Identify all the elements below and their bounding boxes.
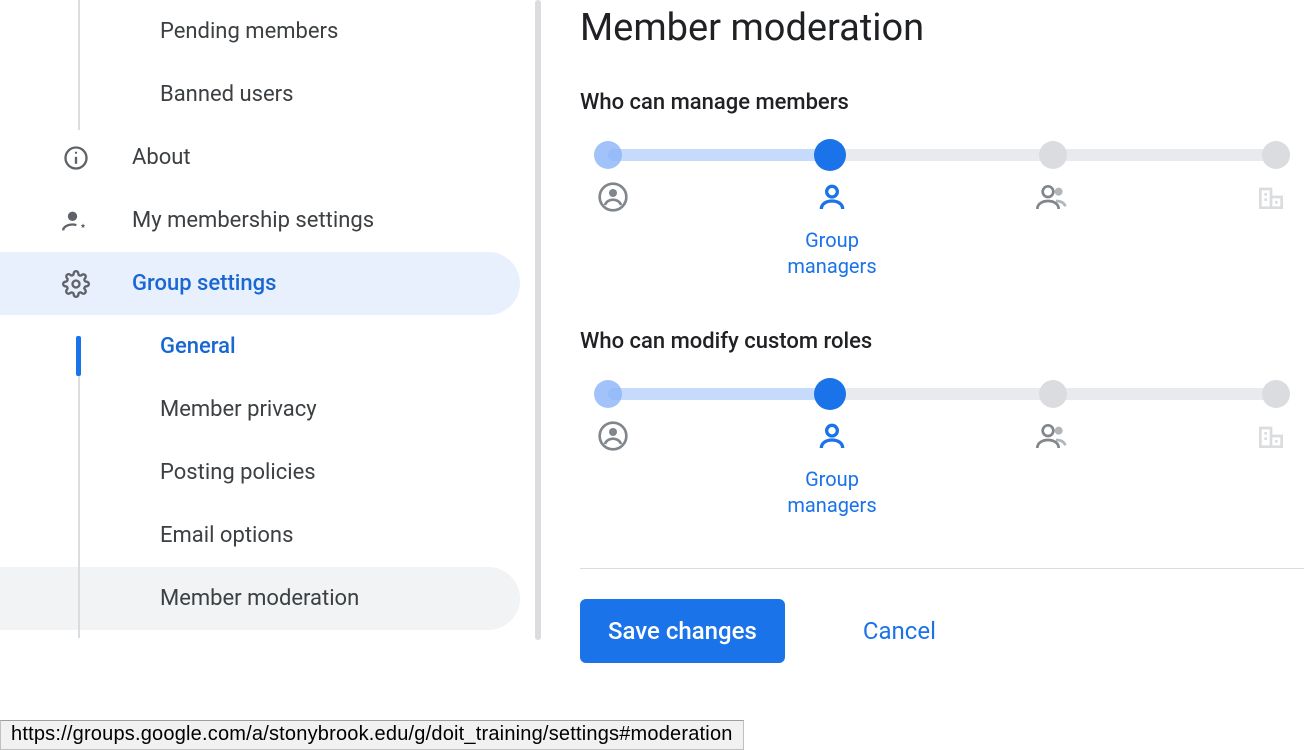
info-icon — [60, 144, 92, 172]
nav-label: Group settings — [132, 271, 276, 296]
slider-manage-members[interactable]: Group owners Group managers Group member… — [580, 139, 1304, 279]
person-gear-icon — [60, 207, 92, 235]
person-circle-icon — [597, 420, 629, 456]
gear-icon — [60, 270, 92, 298]
slider-modify-roles[interactable]: Group owners Group managers Group member… — [580, 378, 1304, 518]
person-icon — [816, 181, 848, 217]
browser-status-bar: https://groups.google.com/a/stonybrook.e… — [0, 720, 744, 750]
people-icon — [1036, 181, 1068, 217]
nav-label: Member privacy — [160, 397, 317, 422]
cancel-button[interactable]: Cancel — [835, 599, 964, 663]
person-circle-icon — [597, 181, 629, 217]
people-icon — [1036, 420, 1068, 456]
nav-label: Banned users — [160, 82, 293, 107]
divider — [580, 568, 1304, 569]
save-button[interactable]: Save changes — [580, 599, 785, 663]
nav-label: Posting policies — [160, 460, 316, 485]
nav-label: Member moderation — [160, 586, 359, 611]
slider-thumb[interactable] — [814, 378, 846, 410]
nav-label: Email options — [160, 523, 293, 548]
nav-label: General — [160, 334, 236, 359]
slider-selected-label: Group managers — [787, 466, 876, 518]
section-label-manage-members: Who can manage members — [580, 90, 1304, 115]
slider-selected-label: Group managers — [787, 227, 876, 279]
person-icon — [816, 420, 848, 456]
nav-label: My membership settings — [132, 208, 374, 233]
nav-group-settings[interactable]: Group settings — [0, 252, 520, 315]
building-icon — [1255, 420, 1287, 456]
scrollbar[interactable] — [535, 0, 541, 640]
section-label-modify-roles: Who can modify custom roles — [580, 329, 1304, 354]
nav-my-membership-settings[interactable]: My membership settings — [0, 189, 520, 252]
nav-label: About — [132, 145, 191, 170]
building-icon — [1255, 181, 1287, 217]
slider-thumb[interactable] — [814, 139, 846, 171]
nav-about[interactable]: About — [0, 126, 520, 189]
sidebar: Pending members Banned users About My me… — [0, 0, 530, 750]
main-content: Member moderation Who can manage members… — [530, 0, 1304, 750]
page-title: Member moderation — [580, 6, 1304, 50]
nav-label: Pending members — [160, 19, 338, 44]
